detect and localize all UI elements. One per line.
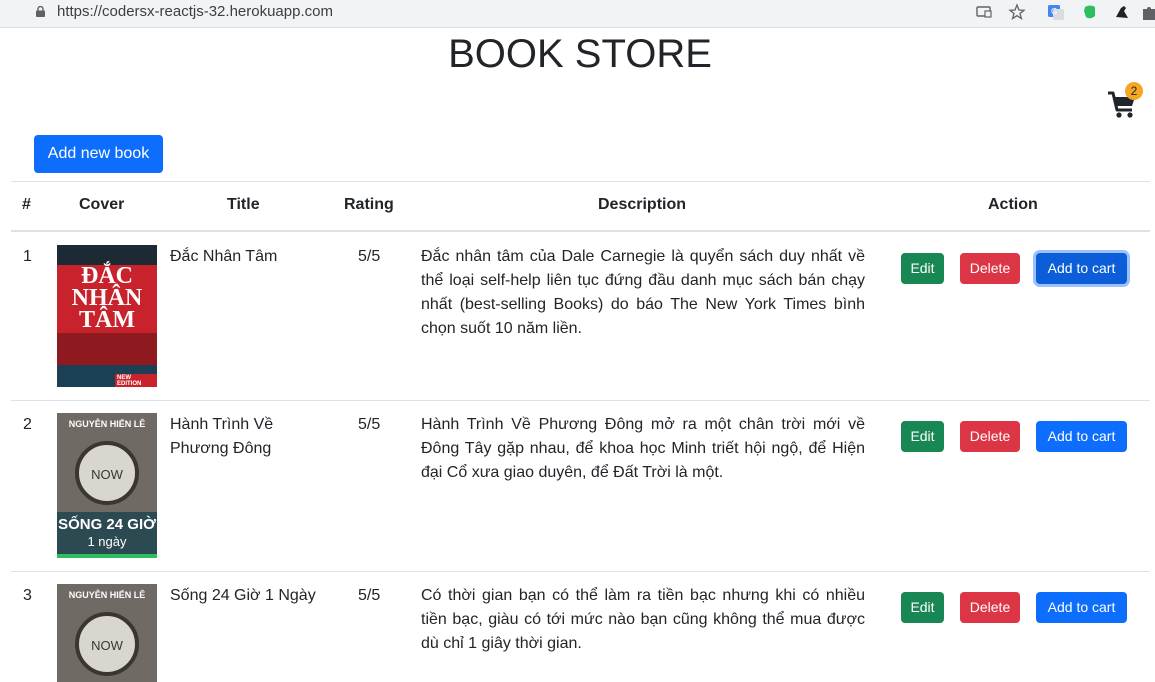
column-header-description: Description [598, 196, 687, 213]
bird-extension-icon[interactable] [1113, 3, 1131, 21]
row-index: 1 [23, 248, 32, 265]
book-title: Đắc Nhân Tâm [170, 248, 278, 265]
table-header-border [11, 230, 1150, 232]
page-title: BOOK STORE [448, 32, 712, 76]
book-rating: 5/5 [358, 587, 381, 604]
cover-title-line: ĐẮC [81, 263, 133, 289]
book-rating: 5/5 [358, 416, 381, 433]
cover-clock-text: NOW [91, 638, 123, 653]
book-description: Đắc nhân tâm của Dale Carnegie là quyển … [421, 248, 865, 337]
edit-button[interactable]: Edit [901, 421, 944, 452]
book-description: Hành Trình Về Phương Đông mở ra một chân… [421, 416, 865, 481]
cover-clock-text: NOW [91, 467, 123, 482]
add-to-cart-button[interactable]: Add to cart [1036, 592, 1127, 623]
delete-button[interactable]: Delete [960, 253, 1020, 284]
address-bar[interactable]: https://codersx-reactjs-32.herokuapp.com [10, 0, 1040, 24]
add-to-cart-button[interactable]: Add to cart [1036, 421, 1127, 452]
evernote-extension-icon[interactable] [1081, 3, 1099, 21]
translate-extension-icon[interactable]: G [1047, 3, 1065, 21]
edit-button[interactable]: Edit [901, 253, 944, 284]
cover-badge: NEW EDITION [115, 374, 157, 387]
column-header-index: # [22, 196, 31, 213]
book-cover-image: NGUYỄN HIẾN LÊ NOW SỐNG 24 GIỜ 1 ngày [57, 413, 157, 558]
row-index: 3 [23, 587, 32, 604]
edit-button[interactable]: Edit [901, 592, 944, 623]
cover-author: NGUYỄN HIẾN LÊ [68, 590, 146, 600]
cover-bottom-title: SỐNG 24 GIỜ [58, 516, 156, 533]
url-text: https://codersx-reactjs-32.herokuapp.com [57, 3, 333, 20]
book-rating: 5/5 [358, 248, 381, 265]
cover-author: NGUYỄN HIẾN LÊ [68, 419, 146, 429]
table-top-border [11, 181, 1150, 182]
puzzle-extension-icon[interactable] [1140, 3, 1155, 21]
browser-toolbar: https://codersx-reactjs-32.herokuapp.com… [0, 0, 1155, 28]
delete-button[interactable]: Delete [960, 421, 1020, 452]
add-new-book-button[interactable]: Add new book [34, 135, 163, 173]
book-title: Sống 24 Giờ 1 Ngày [170, 587, 316, 604]
row-divider [11, 571, 1150, 572]
book-title: Hành Trình Về Phương Đông [170, 416, 274, 457]
cast-icon[interactable] [975, 3, 993, 21]
svg-text:G: G [1051, 7, 1057, 16]
star-icon[interactable] [1008, 3, 1026, 21]
lock-icon [36, 6, 45, 17]
row-divider [11, 400, 1150, 401]
book-cover-image: ĐẮC NHÂN TÂM NEW EDITION [57, 245, 157, 387]
column-header-title: Title [227, 196, 260, 213]
add-to-cart-button[interactable]: Add to cart [1036, 253, 1127, 284]
column-header-cover: Cover [79, 196, 125, 213]
cart-count-badge: 2 [1125, 82, 1143, 100]
column-header-action: Action [988, 196, 1038, 213]
cover-title-line: NHÂN [71, 285, 143, 311]
delete-button[interactable]: Delete [960, 592, 1020, 623]
cover-title-line: TÂM [79, 307, 135, 333]
book-description: Có thời gian bạn có thể làm ra tiền bạc … [421, 587, 865, 652]
book-cover-image: NGUYỄN HIẾN LÊ NOW [57, 584, 157, 682]
cover-bottom-subtitle: 1 ngày [87, 534, 127, 549]
row-index: 2 [23, 416, 32, 433]
column-header-rating: Rating [344, 196, 394, 213]
